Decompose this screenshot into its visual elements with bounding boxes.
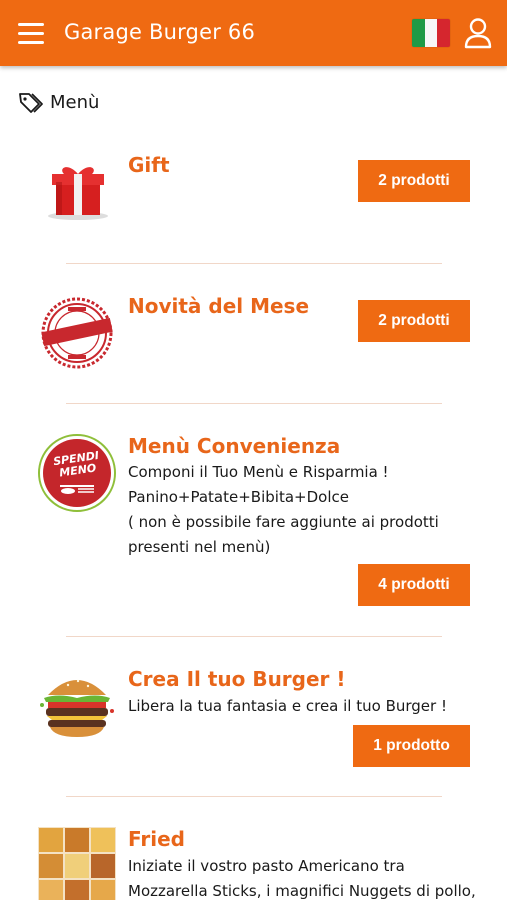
category-fried[interactable]: Fried Iniziate il vostro pasto Americano… [0,815,507,900]
description-line: presenti nel menù) [128,538,271,556]
divider [66,796,442,797]
description-line: Iniziate il vostro pasto Americano tra [128,857,405,875]
divider [66,636,442,637]
category-menu-convenienza[interactable]: SPENDI MENO Menù Convenienza Componi il … [0,420,507,620]
divider [66,403,442,404]
divider [66,263,442,264]
description-line: ( non è possibile fare aggiunte ai prodo… [128,513,439,531]
hamburger-menu-icon[interactable] [18,23,44,45]
category-title: Novità del Mese [128,294,310,318]
tag-icon [19,93,43,113]
description-line: Libera la tua fantasia e crea il tuo Bur… [128,697,447,715]
fried-food-collage-image [38,827,116,900]
products-button[interactable]: 2 prodotti [358,160,470,202]
category-gift[interactable]: Gift 2 prodotti [0,140,507,265]
category-title: Gift [128,153,170,177]
app-bar: Garage Burger 66 [0,0,507,66]
section-label-text: Menù [50,91,100,113]
description-line: Componi il Tuo Menù e Risparmia ! [128,463,389,481]
category-title: Crea Il tuo Burger ! [128,667,346,691]
spendi-meno-badge-image: SPENDI MENO [38,434,116,512]
burger-image [40,679,114,737]
description-line: Panino+Patate+Bibita+Dolce [128,488,349,506]
section-label: Menù [18,90,99,114]
category-description: Componi il Tuo Menù e Risparmia ! Panino… [128,460,478,560]
products-button[interactable]: 2 prodotti [358,300,470,342]
limited-edition-stamp-image [41,297,113,369]
category-description: Iniziate il vostro pasto Americano tra M… [128,854,498,900]
app-title: Garage Burger 66 [64,20,256,44]
user-icon[interactable] [463,17,493,49]
italian-flag-icon[interactable] [412,19,450,47]
description-line: Mozzarella Sticks, i magnifici Nuggets d… [128,882,476,900]
products-button[interactable]: 1 prodotto [353,725,470,767]
category-novita-del-mese[interactable]: Novità del Mese 2 prodotti [0,280,507,405]
category-title: Menù Convenienza [128,434,341,458]
gift-box-image [48,167,108,220]
category-crea-il-tuo-burger[interactable]: Crea Il tuo Burger ! Libera la tua fanta… [0,655,507,795]
category-title: Fried [128,827,185,851]
products-button[interactable]: 4 prodotti [358,564,470,606]
category-description: Libera la tua fantasia e crea il tuo Bur… [128,694,478,719]
